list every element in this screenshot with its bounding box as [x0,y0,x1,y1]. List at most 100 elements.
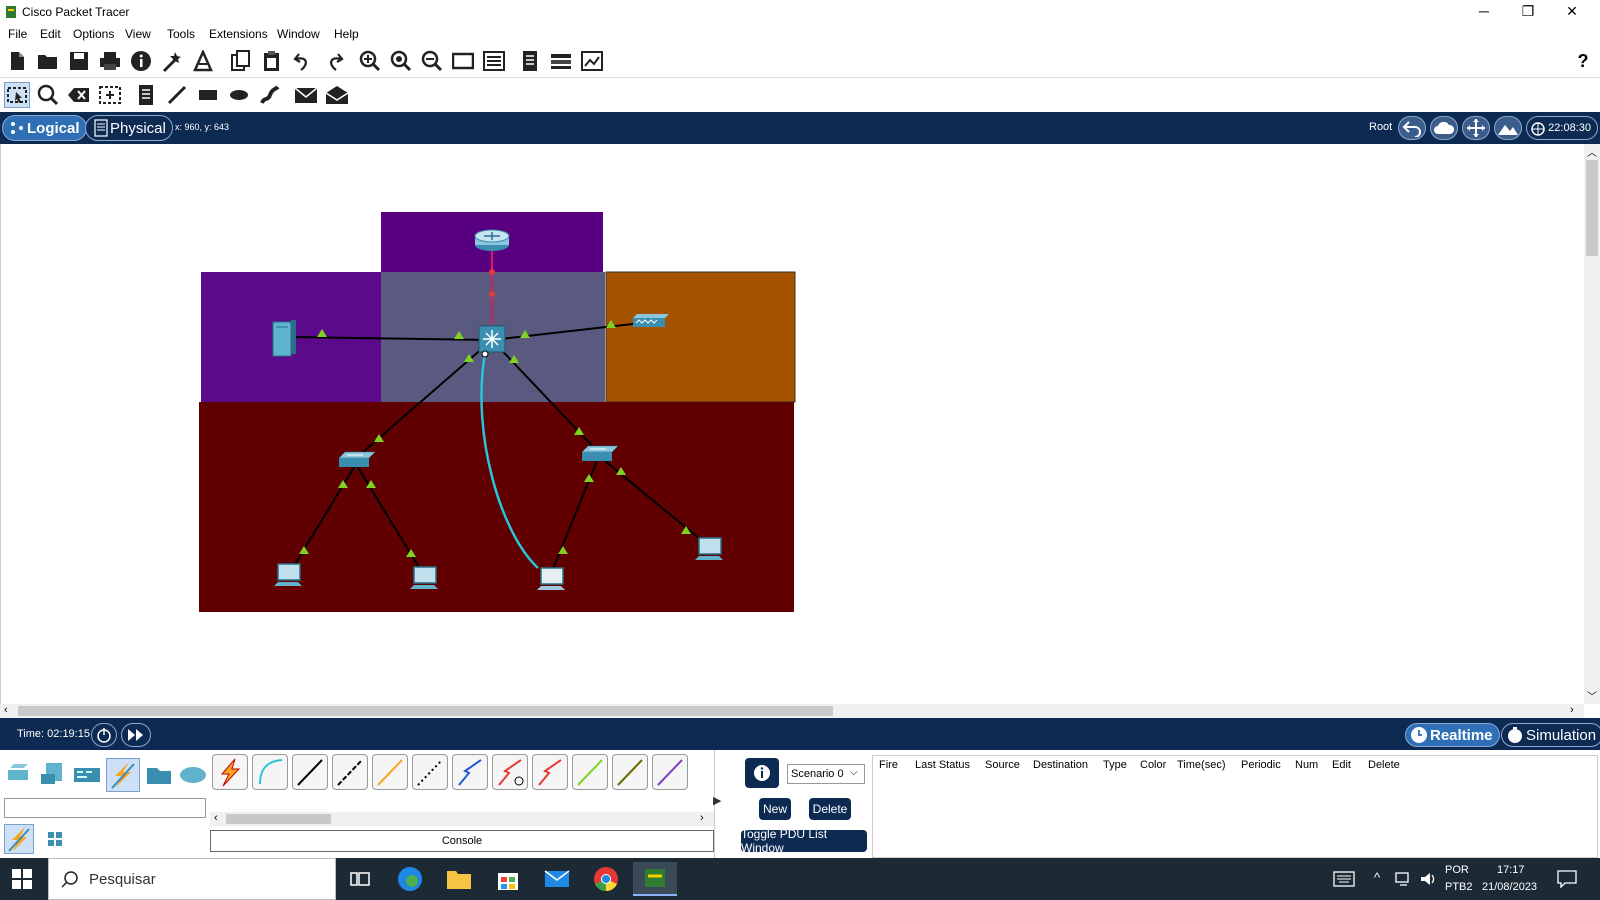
simple-pdu-icon[interactable] [293,82,319,108]
straight-through-icon[interactable] [292,754,328,790]
zoom-in-icon[interactable] [357,48,383,74]
components-icon[interactable] [72,760,102,790]
volume-icon[interactable] [1419,870,1437,888]
resize-icon[interactable] [97,82,123,108]
connections-icon[interactable] [106,758,140,792]
tray-chevron-icon[interactable]: ^ [1374,870,1380,885]
select-icon[interactable] [4,82,30,108]
scenario-select[interactable]: Scenario 0 ⌵ [787,764,865,784]
rectangle-icon[interactable] [195,82,221,108]
open-folder-icon[interactable] [35,48,61,74]
auto-connection-icon[interactable] [212,754,248,790]
new-file-icon[interactable] [4,48,30,74]
misc-icon[interactable] [144,760,174,790]
scenario-info-button[interactable] [745,758,779,788]
move-icon[interactable] [1462,116,1490,140]
menu-help[interactable]: Help [334,27,359,41]
multilayer-switch[interactable] [478,325,506,353]
packet-tracer-taskbar-icon[interactable] [633,862,677,896]
phone-icon[interactable] [412,754,448,790]
menu-edit[interactable]: Edit [40,27,61,41]
connections-subtype-icon[interactable] [4,824,34,854]
save-icon[interactable] [66,48,92,74]
serial-dte-icon[interactable] [532,754,568,790]
zoom-reset-icon[interactable] [388,48,414,74]
menu-window[interactable]: Window [277,27,320,41]
cloud-icon[interactable] [1430,116,1458,140]
toggle-pdu-list-button[interactable]: Toggle PDU List Window [741,827,867,855]
pc-2[interactable] [410,566,438,589]
pc-1[interactable] [274,563,302,586]
activity-wizard-icon[interactable] [190,48,216,74]
notifications-icon[interactable] [1557,870,1577,889]
cluster-icon[interactable] [548,48,574,74]
landscape-icon[interactable] [1494,116,1522,140]
clock-time[interactable]: 17:17 [1497,864,1525,876]
undo-icon[interactable] [290,48,316,74]
menu-options[interactable]: Options [73,27,114,41]
device-search-input[interactable] [4,798,206,818]
realtime-mode-button[interactable]: Realtime [1405,723,1500,747]
edge-browser-icon[interactable] [388,862,432,896]
language-code[interactable]: POR [1445,864,1469,876]
menu-tools[interactable]: Tools [167,27,195,41]
delete-icon[interactable] [66,82,92,108]
drawing-palette-icon[interactable] [450,48,476,74]
chrome-icon[interactable] [584,862,628,896]
ellipse-icon[interactable] [226,82,252,108]
clock-display[interactable]: 22:08:30 [1526,116,1598,140]
end-devices-icon[interactable] [38,760,68,790]
conn-scroll-right-icon[interactable]: › [700,812,704,824]
info-icon[interactable] [128,48,154,74]
task-view-icon[interactable] [338,862,382,896]
iot-custom-icon[interactable] [612,754,648,790]
new-scenario-button[interactable]: New [759,798,791,820]
menu-view[interactable]: View [125,27,151,41]
taskbar-search[interactable]: Pesquisar [48,858,336,900]
menu-file[interactable]: File [8,27,27,41]
coaxial-icon[interactable] [452,754,488,790]
maximize-button[interactable]: ❐ [1506,0,1550,24]
copy-icon[interactable] [228,48,254,74]
logical-workspace[interactable] [0,144,1600,704]
zone-wireless[interactable] [605,271,796,403]
router[interactable] [474,229,510,251]
network-devices-icon[interactable] [4,760,34,790]
network-icon[interactable] [1395,870,1413,888]
close-button[interactable]: ✕ [1550,0,1594,24]
console-cable-icon[interactable] [252,754,288,790]
grid-view-icon[interactable] [46,830,64,848]
microsoft-store-icon[interactable] [486,862,530,896]
conn-scroll-left-icon[interactable]: ‹ [214,812,218,824]
horizontal-scroll-thumb[interactable] [18,706,833,716]
mail-icon[interactable] [535,862,579,896]
keyboard-layout[interactable]: PTB2 [1445,881,1473,893]
server[interactable] [272,320,296,357]
delete-scenario-button[interactable]: Delete [809,798,851,820]
scroll-left-icon[interactable]: ‹ [4,704,8,716]
custom-device-icon[interactable] [481,48,507,74]
back-icon[interactable] [1398,116,1426,140]
pc-4[interactable] [695,537,723,560]
fiber-icon[interactable] [372,754,408,790]
minimize-button[interactable]: ─ [1462,0,1506,24]
scroll-up-icon[interactable]: ︿ [1587,144,1597,159]
inspect-icon[interactable] [35,82,61,108]
wizard-icon[interactable] [159,48,185,74]
crossover-icon[interactable] [332,754,368,790]
serial-dce-icon[interactable] [492,754,528,790]
multiuser-icon[interactable] [178,760,208,790]
clock-date[interactable]: 21/08/2023 [1482,881,1537,893]
ipc-icon[interactable] [579,48,605,74]
print-icon[interactable] [97,48,123,74]
vertical-scroll-thumb[interactable] [1586,160,1598,256]
connections-scrollbar[interactable]: ‹ › [210,812,714,826]
zoom-out-icon[interactable] [419,48,445,74]
simulation-mode-button[interactable]: Simulation [1501,723,1600,747]
scroll-down-icon[interactable]: ﹀ [1587,688,1597,703]
tab-physical[interactable]: Physical [85,115,173,141]
scroll-right-icon[interactable]: › [1570,704,1574,716]
paste-icon[interactable] [259,48,285,74]
line-icon[interactable] [164,82,190,108]
octal-icon[interactable] [572,754,608,790]
